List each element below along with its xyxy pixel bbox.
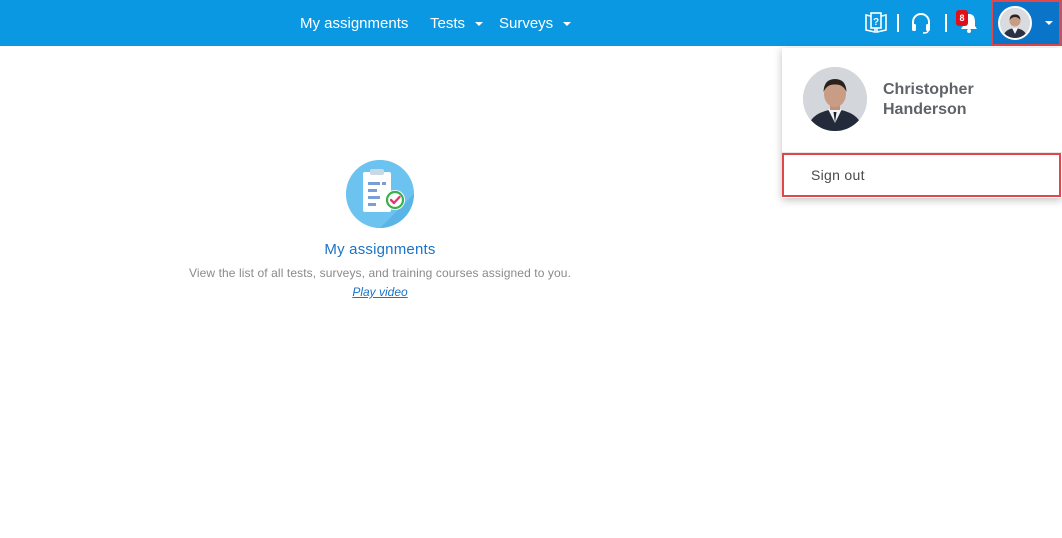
headset-icon[interactable] [908,10,934,36]
chevron-down-icon [563,22,572,26]
avatar [998,6,1032,40]
help-book-icon[interactable]: ? [863,10,889,36]
profile-name: Christopher Handerson [883,81,974,118]
sign-out-button[interactable]: Sign out [782,153,1061,197]
separator [945,14,947,32]
notification-badge: 8 [956,10,968,26]
nav-tests-dropdown[interactable]: Tests [430,0,484,46]
user-dropdown-menu: Christopher Handerson Sign out [782,48,1062,198]
clipboard-check-icon[interactable] [346,160,414,228]
nav-my-assignments[interactable]: My assignments [300,0,408,46]
tile-description: View the list of all tests, surveys, and… [188,266,572,280]
play-video-link[interactable]: Play video [160,285,600,299]
chevron-down-icon [1045,21,1053,25]
svg-text:?: ? [873,17,879,28]
separator [897,14,899,32]
profile-avatar [803,67,867,131]
nav-surveys-dropdown[interactable]: Surveys [499,0,572,46]
nav-tests-label: Tests [430,14,466,32]
chevron-down-icon [475,22,484,26]
nav-surveys-label: Surveys [499,14,554,32]
tile-title[interactable]: My assignments [160,241,600,258]
top-navigation-bar: My assignments Tests Surveys ? 8 [0,0,1062,46]
user-menu-button[interactable] [991,0,1061,46]
nav-my-assignments-label: My assignments [300,14,409,32]
